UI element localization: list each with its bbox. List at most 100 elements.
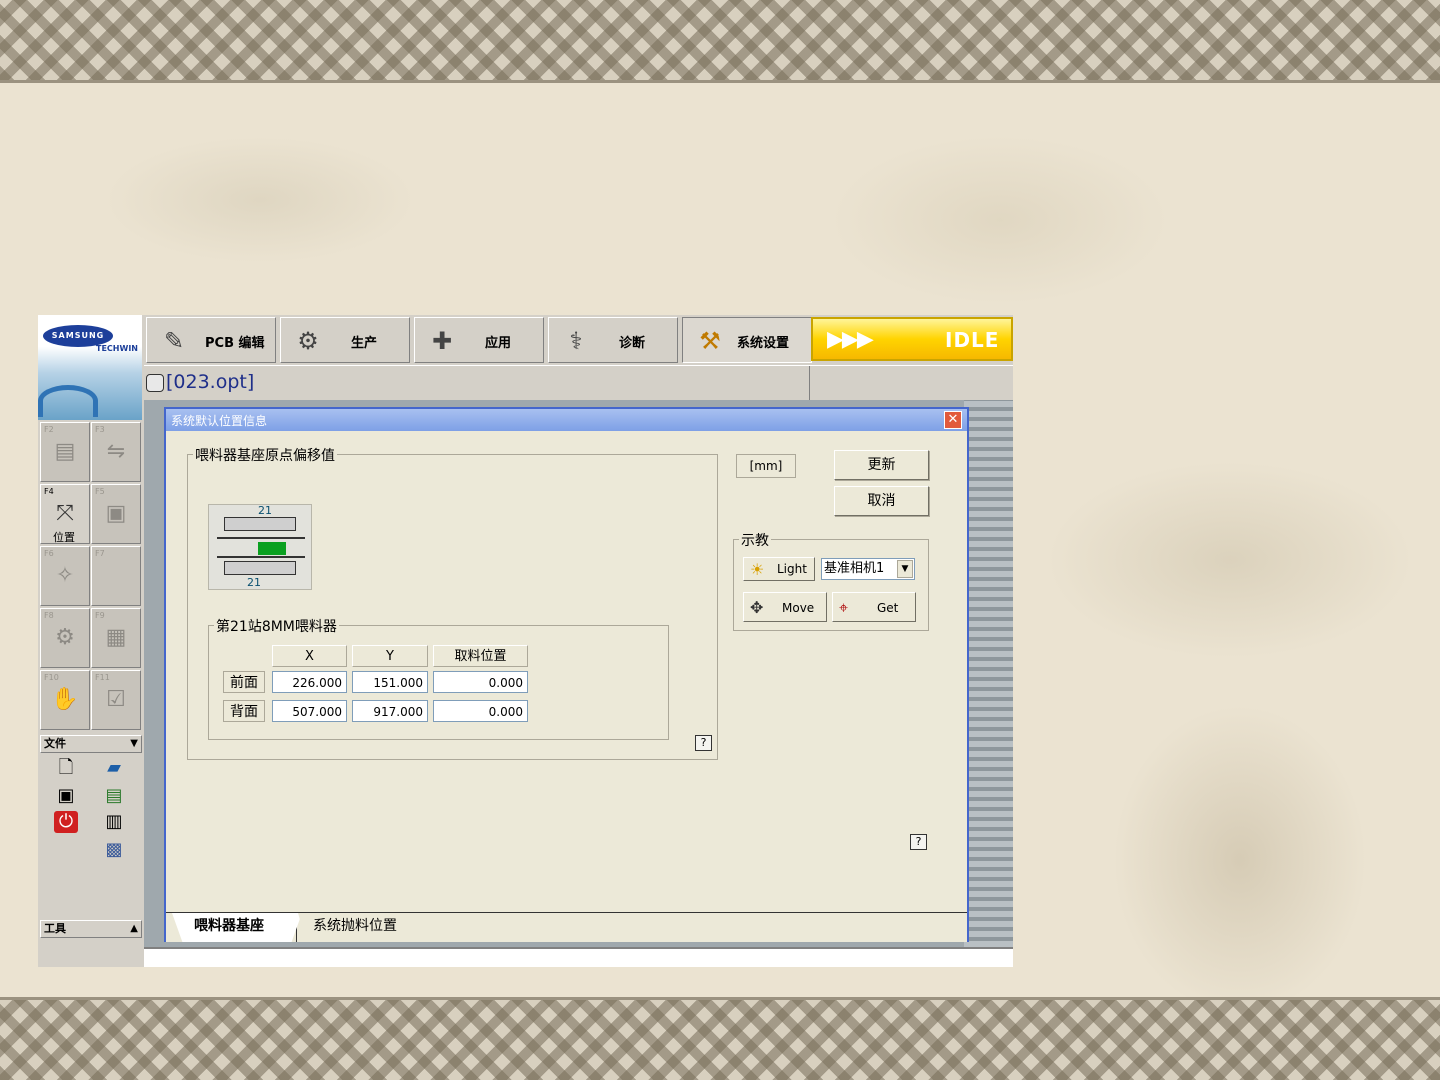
chevron-down-icon: ▼ [130,738,138,749]
back-pick-input[interactable]: 0.000 [433,700,528,722]
power-icon[interactable]: ⏻ [54,811,78,833]
group-title: 喂料器基座原点偏移值 [193,445,337,465]
front-x-input[interactable]: 226.000 [272,671,347,693]
library-icon[interactable]: ▥ [102,811,126,833]
fkey-f2[interactable]: F2 ▤ [40,422,90,482]
toolbar-label: 诊断 [619,336,646,351]
station-group-title: 第21站8MM喂料器 [214,616,339,636]
fkey-f11[interactable]: F11 ☑ [91,670,141,730]
column-header-x: X [272,645,347,667]
teach-group-title: 示教 [739,530,771,550]
file-status-box [146,374,164,392]
back-y-input[interactable]: 917.000 [352,700,428,722]
help-icon[interactable]: ? [910,834,927,850]
fkey-label: F10 [44,673,59,682]
open-folder-icon[interactable]: ▰ [102,757,126,779]
checklist-icon: ☑ [106,687,126,712]
hand-icon: ✋ [51,687,79,712]
fkey-f5[interactable]: F5 ▣ [91,484,141,544]
dialog-title-bar[interactable]: 系统默认位置信息 ✕ [166,409,967,431]
move-label: Move [782,601,815,615]
dialog-tabs: 喂料器基座 系统抛料位置 [166,912,967,942]
feeder-position-marker [258,542,286,555]
fkey-label: F4 [44,487,54,496]
front-pick-input[interactable]: 0.000 [433,671,528,693]
border-line [0,80,1440,83]
camera-icon: ▣ [105,501,127,526]
application-icon: ✚ [431,327,453,355]
toolbar-application[interactable]: ✚ 应用 [414,317,544,363]
border-line [0,997,1440,1000]
toolbar-production[interactable]: ⚙ 生产 [280,317,410,363]
xyz-axis-icon: ⤧ [56,501,74,526]
fkey-label: F7 [95,549,105,558]
system-settings-icon: ⚒ [699,327,721,355]
unit-label: [mm] [736,454,796,478]
get-label: Get [877,601,899,615]
wrench-icon: ✧ [55,563,75,588]
light-button[interactable]: ☀ Light [743,557,815,581]
toolbar-system-settings[interactable]: ⚒ 系统设置 [682,317,812,363]
help-icon[interactable]: ? [695,735,712,751]
import-icon[interactable]: ▤ [102,785,126,807]
network-icon[interactable]: ▩ [102,839,126,861]
tools-menu-label: 工具 [44,922,66,935]
camera-select[interactable]: 基准相机1 ▼ [821,558,915,580]
fkey-f10[interactable]: F10 ✋ [40,670,90,730]
conveyor-icon: ⇋ [106,439,126,464]
feeder-base-diagram: 21 21 [208,504,312,590]
back-x-input[interactable]: 507.000 [272,700,347,722]
chevron-up-icon: ▲ [130,923,138,934]
station-number-top: 21 [258,504,272,517]
fkey-f3[interactable]: F3 ⇋ [91,422,141,482]
toolbar-label: 生产 [351,336,378,351]
new-file-icon[interactable]: 🗋 [54,757,78,779]
play-arrows-icon: ▶▶▶ [827,327,874,352]
teach-group: 示教 ☀ Light 基准相机1 ▼ ✥ Move ⌖ Get [733,530,929,631]
logo-swirl [38,385,98,417]
row-label-back: 背面 [223,700,265,722]
row-label-front: 前面 [223,671,265,693]
tab-feeder-base[interactable]: 喂料器基座 [172,913,302,942]
production-icon: ⚙ [297,327,319,355]
station-feeder-group: 第21站8MM喂料器 X Y 取料位置 前面 226.000 151.000 0… [208,616,669,740]
update-button[interactable]: 更新 [834,450,929,480]
tab-system-reject-position[interactable]: 系统抛料位置 [298,913,438,942]
tool-icon: ▤ [54,439,76,464]
feeder-base-offset-group: 喂料器基座原点偏移值 21 21 第21站8MM喂料器 X Y 取料位置 前面 … [187,445,718,760]
file-name: [023.opt] [166,371,255,393]
diagnostics-icon: ⚕ [569,327,583,355]
close-icon[interactable]: ✕ [944,411,962,429]
left-panel: SAMSUNG TECHWIN F2 ▤ F3 ⇋ F4 ⤧ 位置 F5 ▣ F… [38,315,142,967]
column-header-pick-position: 取料位置 [433,645,528,667]
move-icon: ✥ [750,598,764,617]
fkey-f9[interactable]: F9 ▦ [91,608,141,668]
get-position-icon: ⌖ [839,598,849,617]
save-icon[interactable]: ▣ [54,785,78,807]
toolbar-diagnostics[interactable]: ⚕ 诊断 [548,317,678,363]
decorative-border-top [0,0,1440,80]
fkey-f6[interactable]: F6 ✧ [40,546,90,606]
fkey-text: 位置 [53,531,75,544]
front-y-input[interactable]: 151.000 [352,671,428,693]
fkey-f8[interactable]: F8 ⚙ [40,608,90,668]
toolbar-pcb-edit[interactable]: ✎ PCB 编辑 [146,317,276,363]
move-button[interactable]: ✥ Move [743,592,827,622]
tools-menu-header[interactable]: 工具 ▲ [40,920,142,938]
system-default-position-dialog: 系统默认位置信息 ✕ 喂料器基座原点偏移值 21 21 第21站8MM喂料器 X… [164,407,969,942]
main-toolbar: ✎ PCB 编辑 ⚙ 生产 ✚ 应用 ⚕ 诊断 ⚒ 系统设置 ▶▶▶ IDLE [144,315,1013,365]
fkey-label: F8 [44,611,54,620]
fkey-label: F2 [44,425,54,434]
feeder-bottom-shape [224,561,296,575]
station-number-bottom: 21 [247,576,261,589]
file-menu-header[interactable]: 文件 ▼ [40,735,142,753]
fkey-f4-position[interactable]: F4 ⤧ 位置 [40,484,90,544]
pcb-edit-icon: ✎ [163,327,185,355]
cancel-button[interactable]: 取消 [834,486,929,516]
logo-sub: TECHWIN [96,344,138,353]
file-bar: [023.opt] [144,365,1013,401]
fkey-f7[interactable]: F7 [91,546,141,606]
get-button[interactable]: ⌖ Get [832,592,916,622]
toolbar-label: 系统设置 [737,336,790,351]
divider [809,366,810,401]
